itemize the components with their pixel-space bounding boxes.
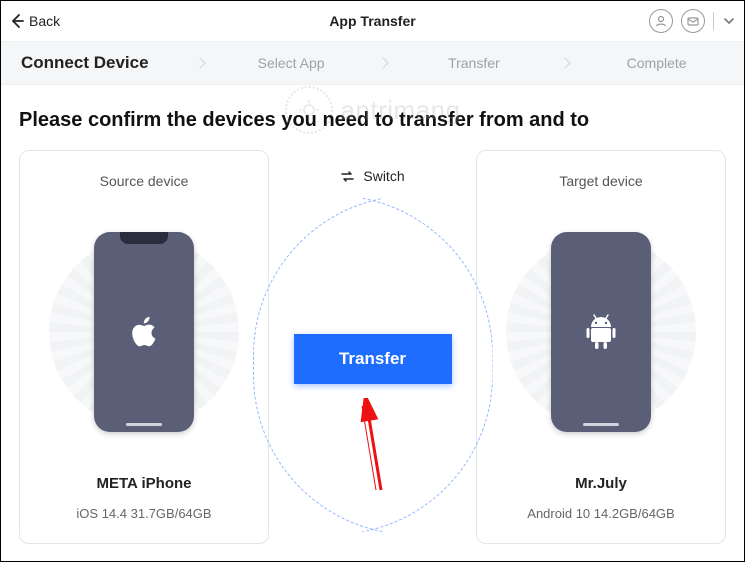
step-transfer: Transfer bbox=[387, 55, 562, 71]
source-device-name: META iPhone bbox=[30, 475, 258, 492]
switch-icon bbox=[340, 169, 355, 184]
step-complete: Complete bbox=[569, 55, 744, 71]
target-phone-graphic bbox=[506, 217, 696, 447]
apple-icon bbox=[129, 314, 159, 350]
target-device-info: Android 10 14.2GB/64GB bbox=[487, 506, 715, 521]
android-icon bbox=[585, 313, 617, 351]
annotation-arrow-icon bbox=[353, 398, 393, 498]
switch-label: Switch bbox=[363, 168, 404, 184]
step-select-app: Select App bbox=[204, 55, 379, 71]
arrow-left-icon bbox=[9, 13, 25, 29]
step-connect-device[interactable]: Connect Device bbox=[1, 53, 196, 73]
source-device-card: Source device META iPhone iOS 14.4 31.7G… bbox=[19, 150, 269, 544]
back-button[interactable]: Back bbox=[9, 13, 60, 29]
source-device-info: iOS 14.4 31.7GB/64GB bbox=[30, 506, 258, 521]
main-area: Source device META iPhone iOS 14.4 31.7G… bbox=[1, 150, 744, 550]
center-column: Switch Transfer bbox=[269, 150, 476, 550]
titlebar: Back App Transfer bbox=[1, 1, 744, 41]
divider bbox=[713, 12, 714, 30]
target-device-title: Target device bbox=[487, 173, 715, 189]
chevron-down-icon[interactable] bbox=[722, 14, 736, 28]
mail-icon[interactable] bbox=[681, 9, 705, 33]
page-heading: Please confirm the devices you need to t… bbox=[1, 85, 744, 150]
account-icon[interactable] bbox=[649, 9, 673, 33]
switch-button[interactable]: Switch bbox=[340, 168, 404, 184]
source-device-title: Source device bbox=[30, 173, 258, 189]
target-device-card: Target device bbox=[476, 150, 726, 544]
step-bar: Connect Device Select App Transfer Compl… bbox=[1, 41, 744, 85]
app-title: App Transfer bbox=[329, 13, 415, 29]
transfer-button[interactable]: Transfer bbox=[294, 334, 452, 384]
source-phone-graphic bbox=[49, 217, 239, 447]
target-device-name: Mr.July bbox=[487, 475, 715, 492]
back-label: Back bbox=[29, 13, 60, 29]
